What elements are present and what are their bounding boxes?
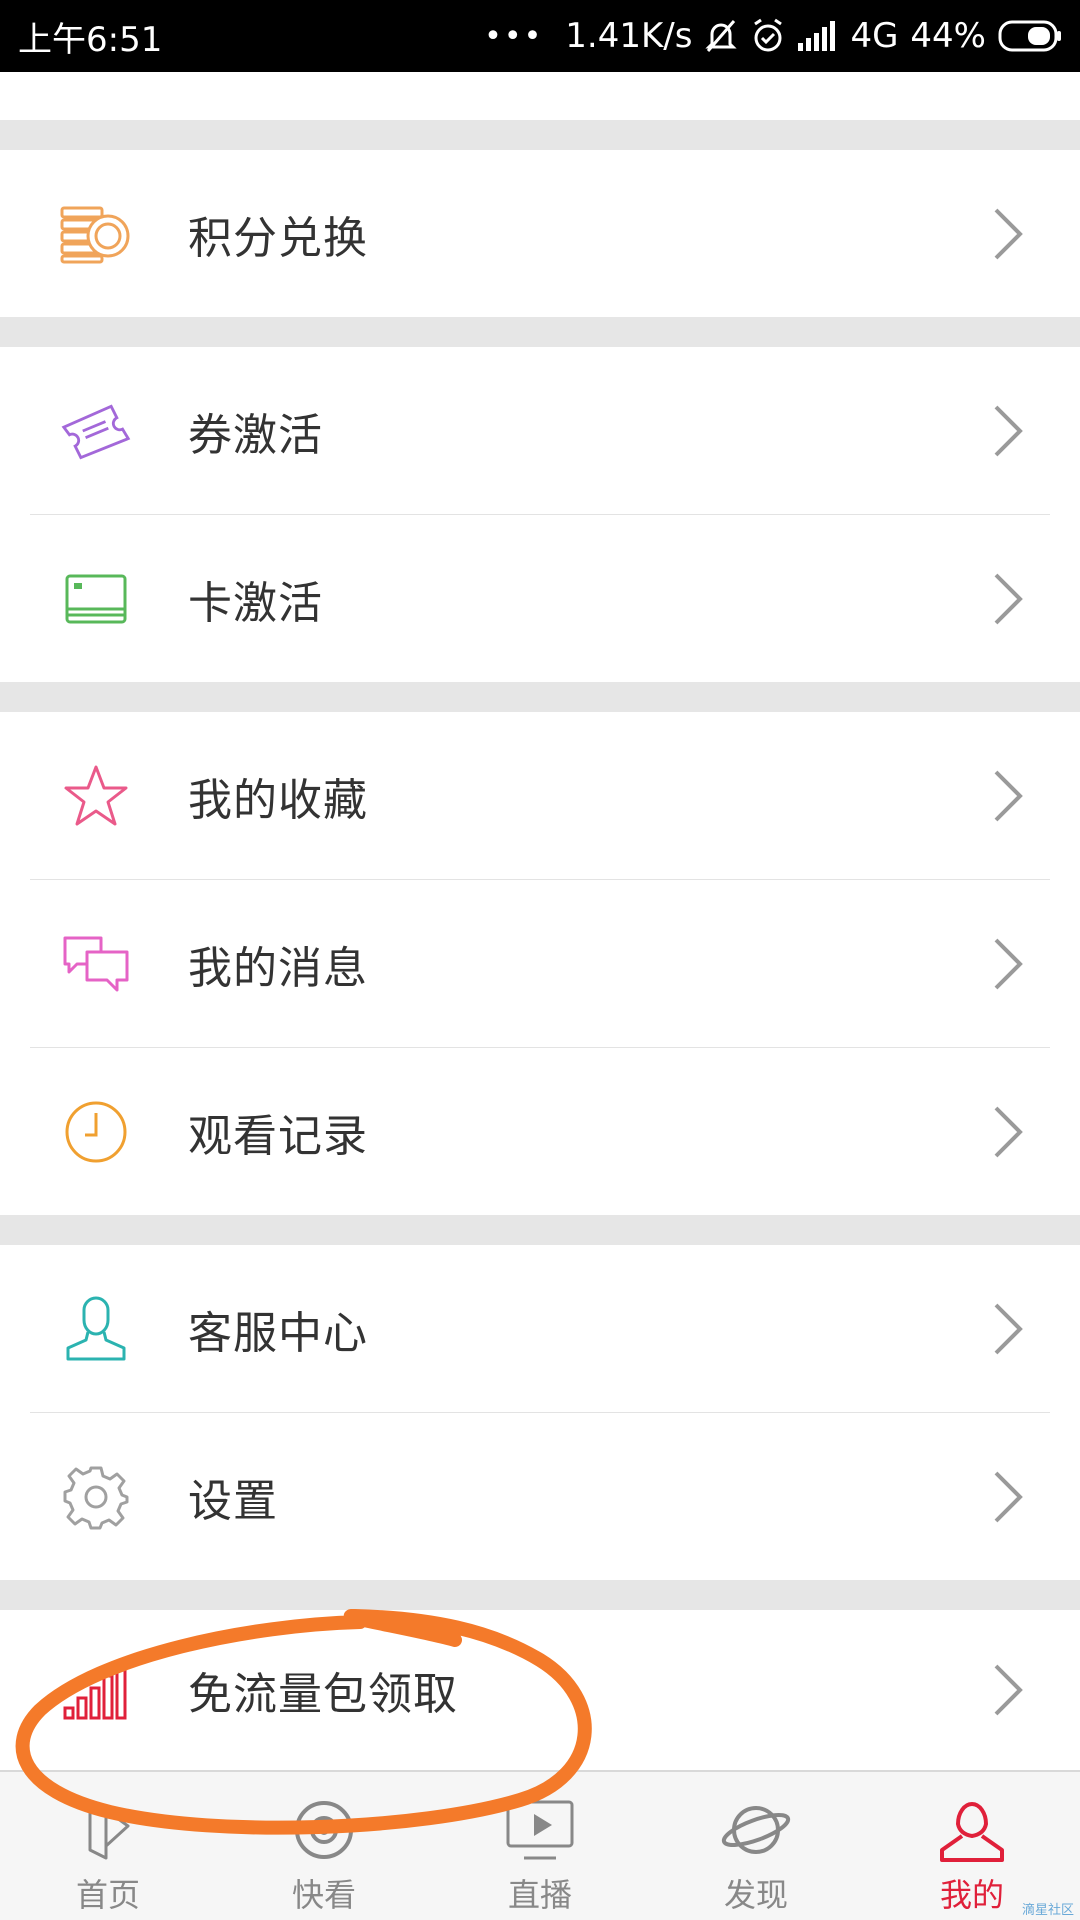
section-gap [0, 682, 1080, 712]
chevron-right-icon [994, 938, 1023, 989]
menu-item-free-data[interactable]: 免流量包领取 [0, 1610, 1080, 1770]
mute-bell-icon [704, 18, 738, 54]
status-network: 4G [850, 16, 899, 56]
chevron-right-icon [994, 1106, 1023, 1157]
battery-icon [998, 20, 1062, 52]
tv-icon [506, 1800, 574, 1860]
status-right: ••• 1.41K/s 4G 44% [484, 16, 1062, 56]
tab-quick[interactable]: 快看 [216, 1772, 432, 1920]
user-icon [60, 1293, 132, 1365]
clock-icon [60, 1096, 132, 1168]
tab-mine[interactable]: 我的 [864, 1772, 1080, 1920]
watermark: 滴星社区 [1021, 1903, 1074, 1918]
menu-item-settings[interactable]: 设置 [0, 1413, 1080, 1580]
menu-label: 券激活 [188, 409, 323, 461]
menu-label: 观看记录 [188, 1110, 368, 1162]
menu-label: 积分兑换 [188, 212, 368, 264]
tab-label: 发现 [723, 1876, 788, 1914]
chat-bubbles-icon [60, 928, 132, 1000]
section-gap [0, 1215, 1080, 1245]
gear-icon [60, 1461, 132, 1533]
menu-item-coupon-activate[interactable]: 券激活 [0, 347, 1080, 514]
planet-icon [721, 1806, 791, 1854]
tab-home[interactable]: 首页 [0, 1772, 216, 1920]
tab-label: 直播 [507, 1876, 572, 1914]
status-bar: 上午6:51 ••• 1.41K/s 4G 44% [0, 0, 1080, 72]
status-speed: 1.41K/s [565, 16, 693, 56]
section-gap [0, 120, 1080, 150]
tab-label: 首页 [75, 1876, 140, 1914]
tab-label: 我的 [939, 1876, 1004, 1914]
menu-item-card-activate[interactable]: 卡激活 [0, 515, 1080, 682]
chevron-right-icon [994, 770, 1023, 821]
menu-item-messages[interactable]: 我的消息 [0, 880, 1080, 1047]
menu-item-history[interactable]: 观看记录 [0, 1048, 1080, 1215]
chevron-right-icon [994, 1664, 1023, 1716]
menu-label: 我的收藏 [188, 774, 368, 826]
status-time: 上午6:51 [18, 19, 163, 60]
person-icon [940, 1802, 1004, 1862]
card-icon [60, 563, 132, 635]
chevron-right-icon [994, 1471, 1023, 1522]
signal-icon [798, 21, 838, 51]
chevron-right-icon [994, 573, 1023, 624]
tab-label: 快看 [291, 1876, 356, 1914]
menu-item-service[interactable]: 客服中心 [0, 1245, 1080, 1412]
chevron-right-icon [994, 208, 1023, 259]
status-battery-text: 44% [910, 16, 986, 56]
bottom-nav: 首页 快看 直播 发现 我的 [0, 1770, 1080, 1920]
eye-play-icon [295, 1801, 353, 1859]
tab-live[interactable]: 直播 [432, 1772, 648, 1920]
signal-bars-icon [60, 1654, 132, 1726]
menu-label: 我的消息 [188, 942, 368, 994]
menu-item-favorites[interactable]: 我的收藏 [0, 712, 1080, 879]
tab-discover[interactable]: 发现 [648, 1772, 864, 1920]
alarm-icon [750, 18, 786, 54]
section-gap [0, 317, 1080, 347]
coins-icon [60, 198, 132, 270]
star-icon [60, 760, 132, 832]
menu-label: 设置 [188, 1475, 278, 1527]
home-icon [88, 1800, 130, 1860]
menu-label: 免流量包领取 [188, 1669, 458, 1720]
menu-label: 卡激活 [188, 577, 323, 629]
chevron-right-icon [994, 1303, 1023, 1354]
menu-label: 客服中心 [188, 1307, 368, 1359]
section-gap [0, 1580, 1080, 1610]
chevron-right-icon [994, 405, 1023, 456]
ticket-icon [60, 395, 132, 467]
status-dots: ••• [484, 18, 544, 54]
menu-item-points-exchange[interactable]: 积分兑换 [0, 150, 1080, 317]
